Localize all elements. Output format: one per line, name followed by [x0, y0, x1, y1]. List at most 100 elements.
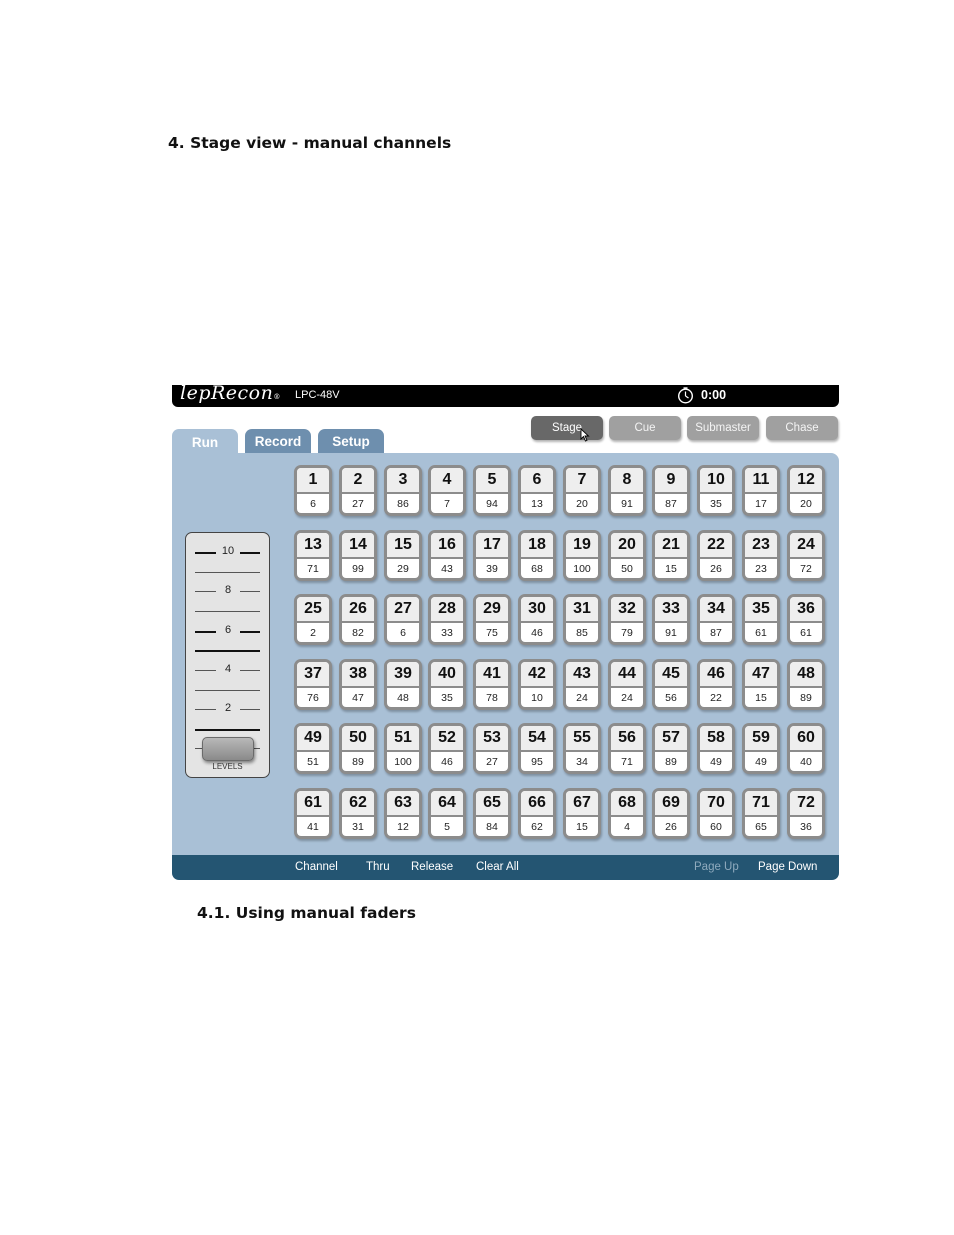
channel-tile[interactable]: 33 91 [652, 594, 690, 645]
channel-number: 25 [297, 597, 329, 623]
channel-tile[interactable]: 32 79 [608, 594, 646, 645]
channel-tile[interactable]: 23 23 [742, 530, 780, 581]
channel-tile[interactable]: 8 91 [608, 465, 646, 516]
channel-tile[interactable]: 66 62 [518, 788, 556, 839]
channel-tile[interactable]: 7 20 [563, 465, 601, 516]
channel-tile[interactable]: 70 60 [697, 788, 735, 839]
channel-tile[interactable]: 10 35 [697, 465, 735, 516]
channel-tile[interactable]: 63 12 [384, 788, 422, 839]
channel-level: 89 [665, 756, 677, 768]
channel-number: 24 [790, 533, 822, 559]
page-down-button[interactable]: Page Down [758, 861, 817, 873]
channel-tile[interactable]: 12 20 [787, 465, 825, 516]
channel-tile[interactable]: 45 56 [652, 659, 690, 710]
channel-tile[interactable]: 15 29 [384, 530, 422, 581]
channel-tile[interactable]: 19 100 [563, 530, 601, 581]
channel-tile[interactable]: 71 65 [742, 788, 780, 839]
channel-tile[interactable]: 67 15 [563, 788, 601, 839]
channel-tile[interactable]: 25 2 [294, 594, 332, 645]
channel-number: 60 [790, 726, 822, 752]
release-button[interactable]: Release [411, 861, 453, 873]
channel-tile[interactable]: 17 39 [473, 530, 511, 581]
fader-knob[interactable] [202, 737, 254, 761]
tab-run[interactable]: Run [172, 429, 238, 456]
chase-mode-button[interactable]: Chase [766, 416, 838, 440]
channel-tile[interactable]: 52 46 [428, 723, 466, 774]
channel-tile[interactable]: 49 51 [294, 723, 332, 774]
channel-tile[interactable]: 48 89 [787, 659, 825, 710]
tab-setup[interactable]: Setup [318, 429, 384, 453]
channel-tile[interactable]: 38 47 [339, 659, 377, 710]
channel-tile[interactable]: 26 82 [339, 594, 377, 645]
channel-tile[interactable]: 44 24 [608, 659, 646, 710]
channel-tile[interactable]: 30 46 [518, 594, 556, 645]
channel-tile[interactable]: 2 27 [339, 465, 377, 516]
channel-level: 76 [307, 692, 319, 704]
thru-button[interactable]: Thru [366, 861, 390, 873]
channel-tile[interactable]: 57 89 [652, 723, 690, 774]
channel-tile[interactable]: 43 24 [563, 659, 601, 710]
channel-tile[interactable]: 5 94 [473, 465, 511, 516]
channel-tile[interactable]: 65 84 [473, 788, 511, 839]
channel-tile[interactable]: 18 68 [518, 530, 556, 581]
channel-tile[interactable]: 39 48 [384, 659, 422, 710]
channel-tile[interactable]: 31 85 [563, 594, 601, 645]
channel-tile[interactable]: 61 41 [294, 788, 332, 839]
channel-tile[interactable]: 28 33 [428, 594, 466, 645]
channel-tile[interactable]: 55 34 [563, 723, 601, 774]
channel-tile[interactable]: 53 27 [473, 723, 511, 774]
channel-tile[interactable]: 6 13 [518, 465, 556, 516]
channel-tile[interactable]: 11 17 [742, 465, 780, 516]
channel-tile[interactable]: 14 99 [339, 530, 377, 581]
channel-tile[interactable]: 60 40 [787, 723, 825, 774]
channel-tile[interactable]: 72 36 [787, 788, 825, 839]
levels-fader[interactable]: 10 8 6 4 2 LEVELS [185, 532, 270, 778]
channel-level: 36 [800, 821, 812, 833]
channel-tile[interactable]: 29 75 [473, 594, 511, 645]
channel-number: 36 [790, 597, 822, 623]
submaster-mode-button[interactable]: Submaster [687, 416, 759, 440]
channel-tile[interactable]: 46 22 [697, 659, 735, 710]
channel-tile[interactable]: 27 6 [384, 594, 422, 645]
channel-tile[interactable]: 51 100 [384, 723, 422, 774]
channel-level: 35 [441, 692, 453, 704]
channel-tile[interactable]: 3 86 [384, 465, 422, 516]
channel-tile[interactable]: 41 78 [473, 659, 511, 710]
channel-tile[interactable]: 62 31 [339, 788, 377, 839]
channel-number: 6 [521, 468, 553, 494]
channel-tile[interactable]: 16 43 [428, 530, 466, 581]
channel-tile[interactable]: 22 26 [697, 530, 735, 581]
channel-tile[interactable]: 36 61 [787, 594, 825, 645]
channel-level: 27 [486, 756, 498, 768]
cue-mode-button[interactable]: Cue [609, 416, 681, 440]
channel-level: 75 [486, 627, 498, 639]
channel-tile[interactable]: 54 95 [518, 723, 556, 774]
channel-tile[interactable]: 58 49 [697, 723, 735, 774]
clear-all-button[interactable]: Clear All [476, 861, 519, 873]
channel-tile[interactable]: 24 72 [787, 530, 825, 581]
channel-tile[interactable]: 59 49 [742, 723, 780, 774]
page-up-button[interactable]: Page Up [694, 861, 739, 873]
channel-tile[interactable]: 42 10 [518, 659, 556, 710]
channel-tile[interactable]: 13 71 [294, 530, 332, 581]
channel-tile[interactable]: 56 71 [608, 723, 646, 774]
channel-tile[interactable]: 47 15 [742, 659, 780, 710]
channel-tile[interactable]: 9 87 [652, 465, 690, 516]
channel-tile[interactable]: 68 4 [608, 788, 646, 839]
channel-number: 69 [655, 791, 687, 817]
channel-button[interactable]: Channel [295, 861, 338, 873]
channel-tile[interactable]: 47 [428, 465, 466, 516]
channel-number: 33 [655, 597, 687, 623]
stage-mode-button[interactable]: Stage [531, 416, 603, 440]
channel-tile[interactable]: 20 50 [608, 530, 646, 581]
tab-record[interactable]: Record [245, 429, 311, 453]
channel-tile[interactable]: 64 5 [428, 788, 466, 839]
channel-tile[interactable]: 69 26 [652, 788, 690, 839]
channel-tile[interactable]: 40 35 [428, 659, 466, 710]
channel-tile[interactable]: 37 76 [294, 659, 332, 710]
channel-tile[interactable]: 16 [294, 465, 332, 516]
channel-tile[interactable]: 21 15 [652, 530, 690, 581]
channel-tile[interactable]: 35 61 [742, 594, 780, 645]
channel-tile[interactable]: 34 87 [697, 594, 735, 645]
channel-tile[interactable]: 50 89 [339, 723, 377, 774]
